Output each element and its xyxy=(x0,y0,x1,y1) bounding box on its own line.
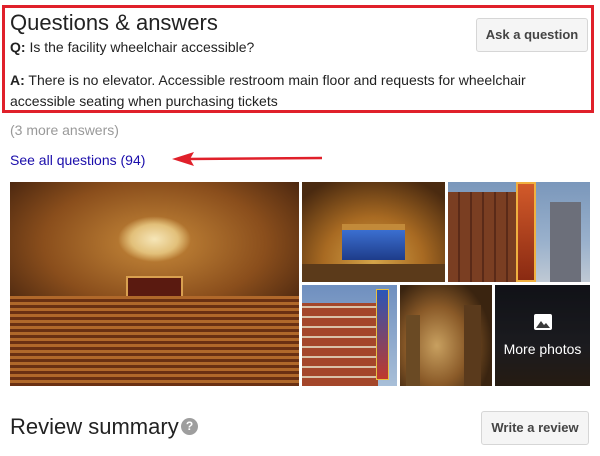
more-photos-tile[interactable]: More photos xyxy=(495,285,590,386)
answer: A: There is no elevator. Accessible rest… xyxy=(10,70,588,112)
answer-prefix: A: xyxy=(10,72,25,88)
more-photos-label: More photos xyxy=(503,341,582,357)
photo-icon xyxy=(534,314,552,330)
ask-question-button[interactable]: Ask a question xyxy=(476,18,588,52)
qa-title: Questions & answers xyxy=(10,10,218,35)
write-review-button[interactable]: Write a review xyxy=(481,411,589,445)
photo-interior-arch[interactable] xyxy=(400,285,492,386)
help-icon[interactable]: ? xyxy=(181,418,198,435)
photo-marquee-sign[interactable] xyxy=(448,182,590,282)
photo-exterior-building[interactable] xyxy=(302,285,397,386)
answer-text: There is no elevator. Accessible restroo… xyxy=(10,72,526,109)
annotation-arrow-icon xyxy=(172,152,323,166)
question-prefix: Q: xyxy=(10,39,26,55)
see-all-questions-link[interactable]: See all questions (94) xyxy=(10,151,145,169)
photo-auditorium[interactable] xyxy=(10,182,299,386)
review-summary-title: Review summary xyxy=(10,414,179,439)
question-text: Is the facility wheelchair accessible? xyxy=(25,39,255,55)
question: Q: Is the facility wheelchair accessible… xyxy=(10,38,254,56)
photo-stage[interactable] xyxy=(302,182,445,282)
more-answers-link[interactable]: (3 more answers) xyxy=(10,121,119,139)
